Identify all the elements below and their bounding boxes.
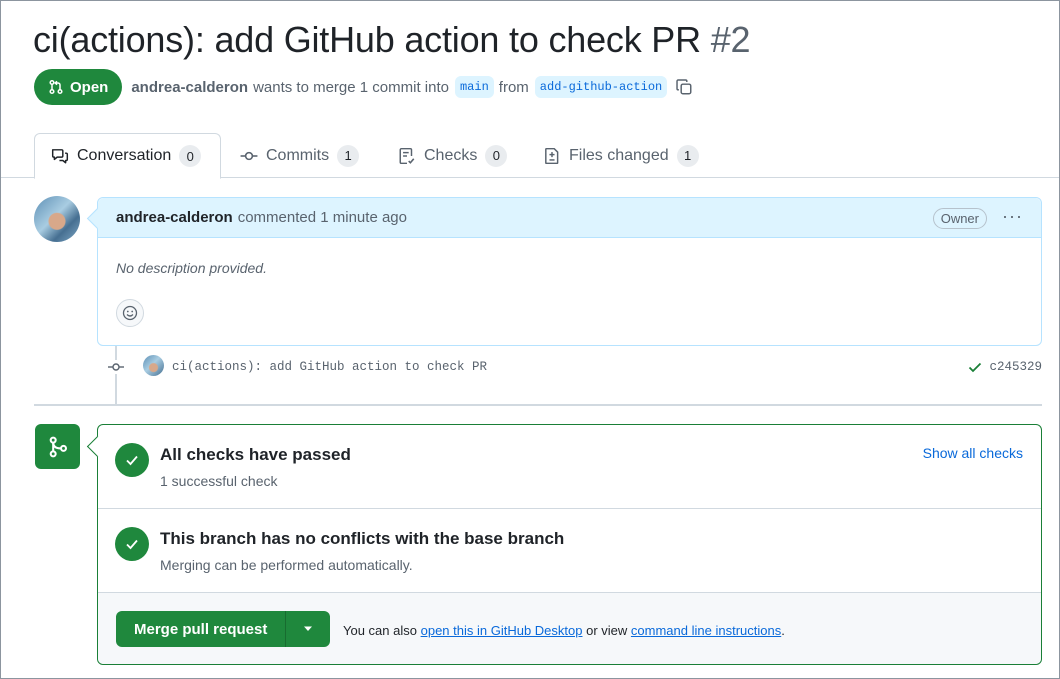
add-reaction-button[interactable] <box>116 299 144 327</box>
commit-status: c245329 <box>967 359 1042 375</box>
tab-commits[interactable]: Commits 1 <box>224 133 375 178</box>
tab-label: Files changed <box>569 146 669 164</box>
checks-subtitle: 1 successful check <box>160 473 278 489</box>
state-label: Open <box>70 78 109 96</box>
check-icon[interactable] <box>967 359 983 375</box>
git-commit-icon <box>240 151 258 160</box>
merge-pull-request-button[interactable]: Merge pull request <box>116 611 287 647</box>
pr-meta: Open andrea-calderon wants to merge 1 co… <box>34 69 693 105</box>
tab-label: Commits <box>266 146 330 164</box>
pr-title-text: ci(actions): add GitHub action to check … <box>33 19 701 60</box>
timeline-commit: ci(actions): add GitHub action to check … <box>106 355 1042 381</box>
merge-box: All checks have passed 1 successful chec… <box>97 424 1042 665</box>
comment-discussion-icon <box>51 149 69 164</box>
owner-badge: Owner <box>932 208 987 229</box>
timeline-divider <box>34 404 1042 406</box>
tab-checks[interactable]: Checks 0 <box>382 133 523 178</box>
copy-icon[interactable] <box>675 78 693 96</box>
tab-counter: 0 <box>179 145 202 167</box>
pr-tabs: Conversation 0 Commits 1 Checks 0 Files … <box>0 133 1060 179</box>
checks-section: All checks have passed 1 successful chec… <box>98 425 1041 509</box>
note-mid: or view <box>586 623 628 638</box>
merge-section: Merge pull request You can also open thi… <box>98 593 1041 664</box>
state-badge: Open <box>34 69 123 105</box>
conflicts-section: This branch has no conflicts with the ba… <box>98 509 1041 593</box>
file-diff-icon <box>545 147 559 164</box>
comment-body: No description provided. <box>116 260 267 276</box>
conflicts-title: This branch has no conflicts with the ba… <box>160 529 565 548</box>
tab-counter: 1 <box>676 144 699 167</box>
tab-counter: 0 <box>485 144 508 167</box>
check-circle-icon <box>115 443 149 477</box>
tab-files-changed[interactable]: Files changed 1 <box>527 133 715 178</box>
merge-options-dropdown[interactable] <box>286 611 330 647</box>
checks-title: All checks have passed <box>160 445 351 464</box>
checklist-icon <box>399 147 415 164</box>
author-avatar[interactable] <box>34 196 80 242</box>
command-line-link[interactable]: command line instructions <box>631 623 781 638</box>
merge-description: wants to merge 1 commit into <box>253 78 449 96</box>
conflicts-subtitle: Merging can be performed automatically. <box>160 557 413 573</box>
triangle-down-icon <box>304 626 313 631</box>
git-commit-icon <box>106 360 126 374</box>
tab-counter: 1 <box>337 144 360 167</box>
base-branch[interactable]: main <box>454 76 494 98</box>
merge-button-group: Merge pull request <box>116 611 331 647</box>
pr-author-link[interactable]: andrea-calderon <box>131 79 248 96</box>
git-pull-request-icon <box>49 79 63 95</box>
check-circle-icon <box>115 527 149 561</box>
pr-number: #2 <box>710 19 751 60</box>
comment-author-link[interactable]: andrea-calderon <box>116 209 233 226</box>
comment-box: andrea-calderon commented 1 minute ago O… <box>97 197 1042 346</box>
commit-author-avatar[interactable] <box>143 355 164 376</box>
commit-sha-link[interactable]: c245329 <box>989 360 1042 374</box>
tab-conversation[interactable]: Conversation 0 <box>34 133 221 179</box>
comment-timestamp[interactable]: commented 1 minute ago <box>238 209 407 226</box>
pr-title: ci(actions): add GitHub action to check … <box>33 18 751 62</box>
git-merge-icon <box>35 424 80 469</box>
note-prefix: You can also <box>343 623 417 638</box>
smiley-icon <box>122 305 138 321</box>
merge-note: You can also open this in GitHub Desktop… <box>343 623 785 638</box>
commit-message-link[interactable]: ci(actions): add GitHub action to check … <box>172 360 487 374</box>
kebab-menu-icon[interactable]: ··· <box>1002 206 1023 227</box>
tab-label: Checks <box>424 146 478 164</box>
from-text: from <box>498 78 529 96</box>
tab-label: Conversation <box>77 147 172 164</box>
note-suffix: . <box>781 623 785 638</box>
comment-header: andrea-calderon commented 1 minute ago O… <box>98 198 1041 238</box>
show-all-checks-link[interactable]: Show all checks <box>923 445 1023 461</box>
head-branch[interactable]: add-github-action <box>534 76 668 98</box>
open-desktop-link[interactable]: open this in GitHub Desktop <box>421 623 583 638</box>
